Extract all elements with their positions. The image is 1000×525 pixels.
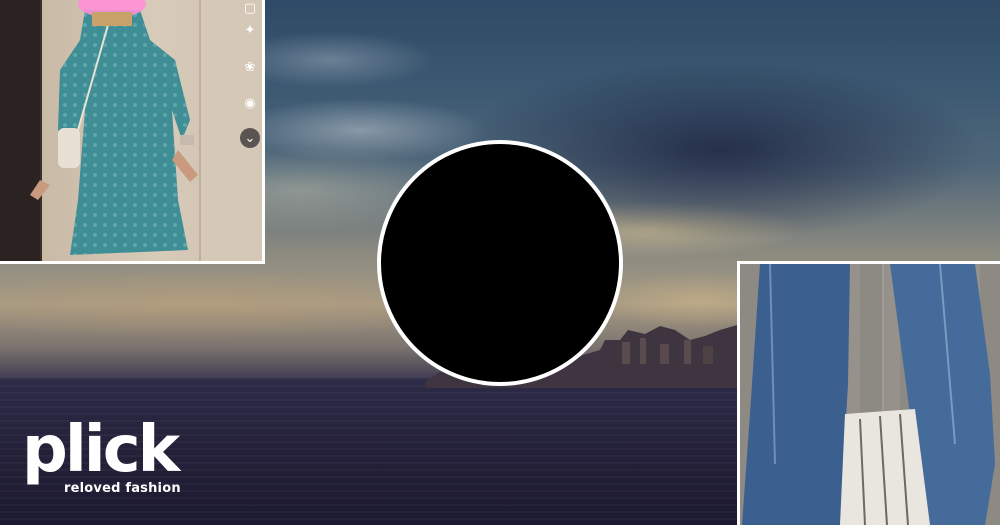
chevron-down-icon[interactable]: ⌄: [240, 128, 260, 148]
pin-icon[interactable]: ◉: [240, 93, 260, 113]
sparkle-square-icon[interactable]: ✦: [240, 20, 260, 40]
jeans-photo-thumbnail[interactable]: [737, 261, 1000, 525]
logo-wordmark: plick: [22, 413, 180, 487]
plick-logo: plick reloved fashion: [22, 415, 197, 505]
center-black-disc: [377, 140, 623, 386]
circles-filter-icon[interactable]: ❀: [240, 57, 260, 77]
dress-photo-thumbnail[interactable]: ▢ ✦ ❀ ◉ ⌄: [0, 0, 265, 264]
logo-tagline: reloved fashion: [64, 481, 181, 496]
jeans-illustration: [742, 264, 995, 525]
square-icon[interactable]: ▢: [240, 0, 260, 18]
dress-illustration: [0, 0, 262, 261]
